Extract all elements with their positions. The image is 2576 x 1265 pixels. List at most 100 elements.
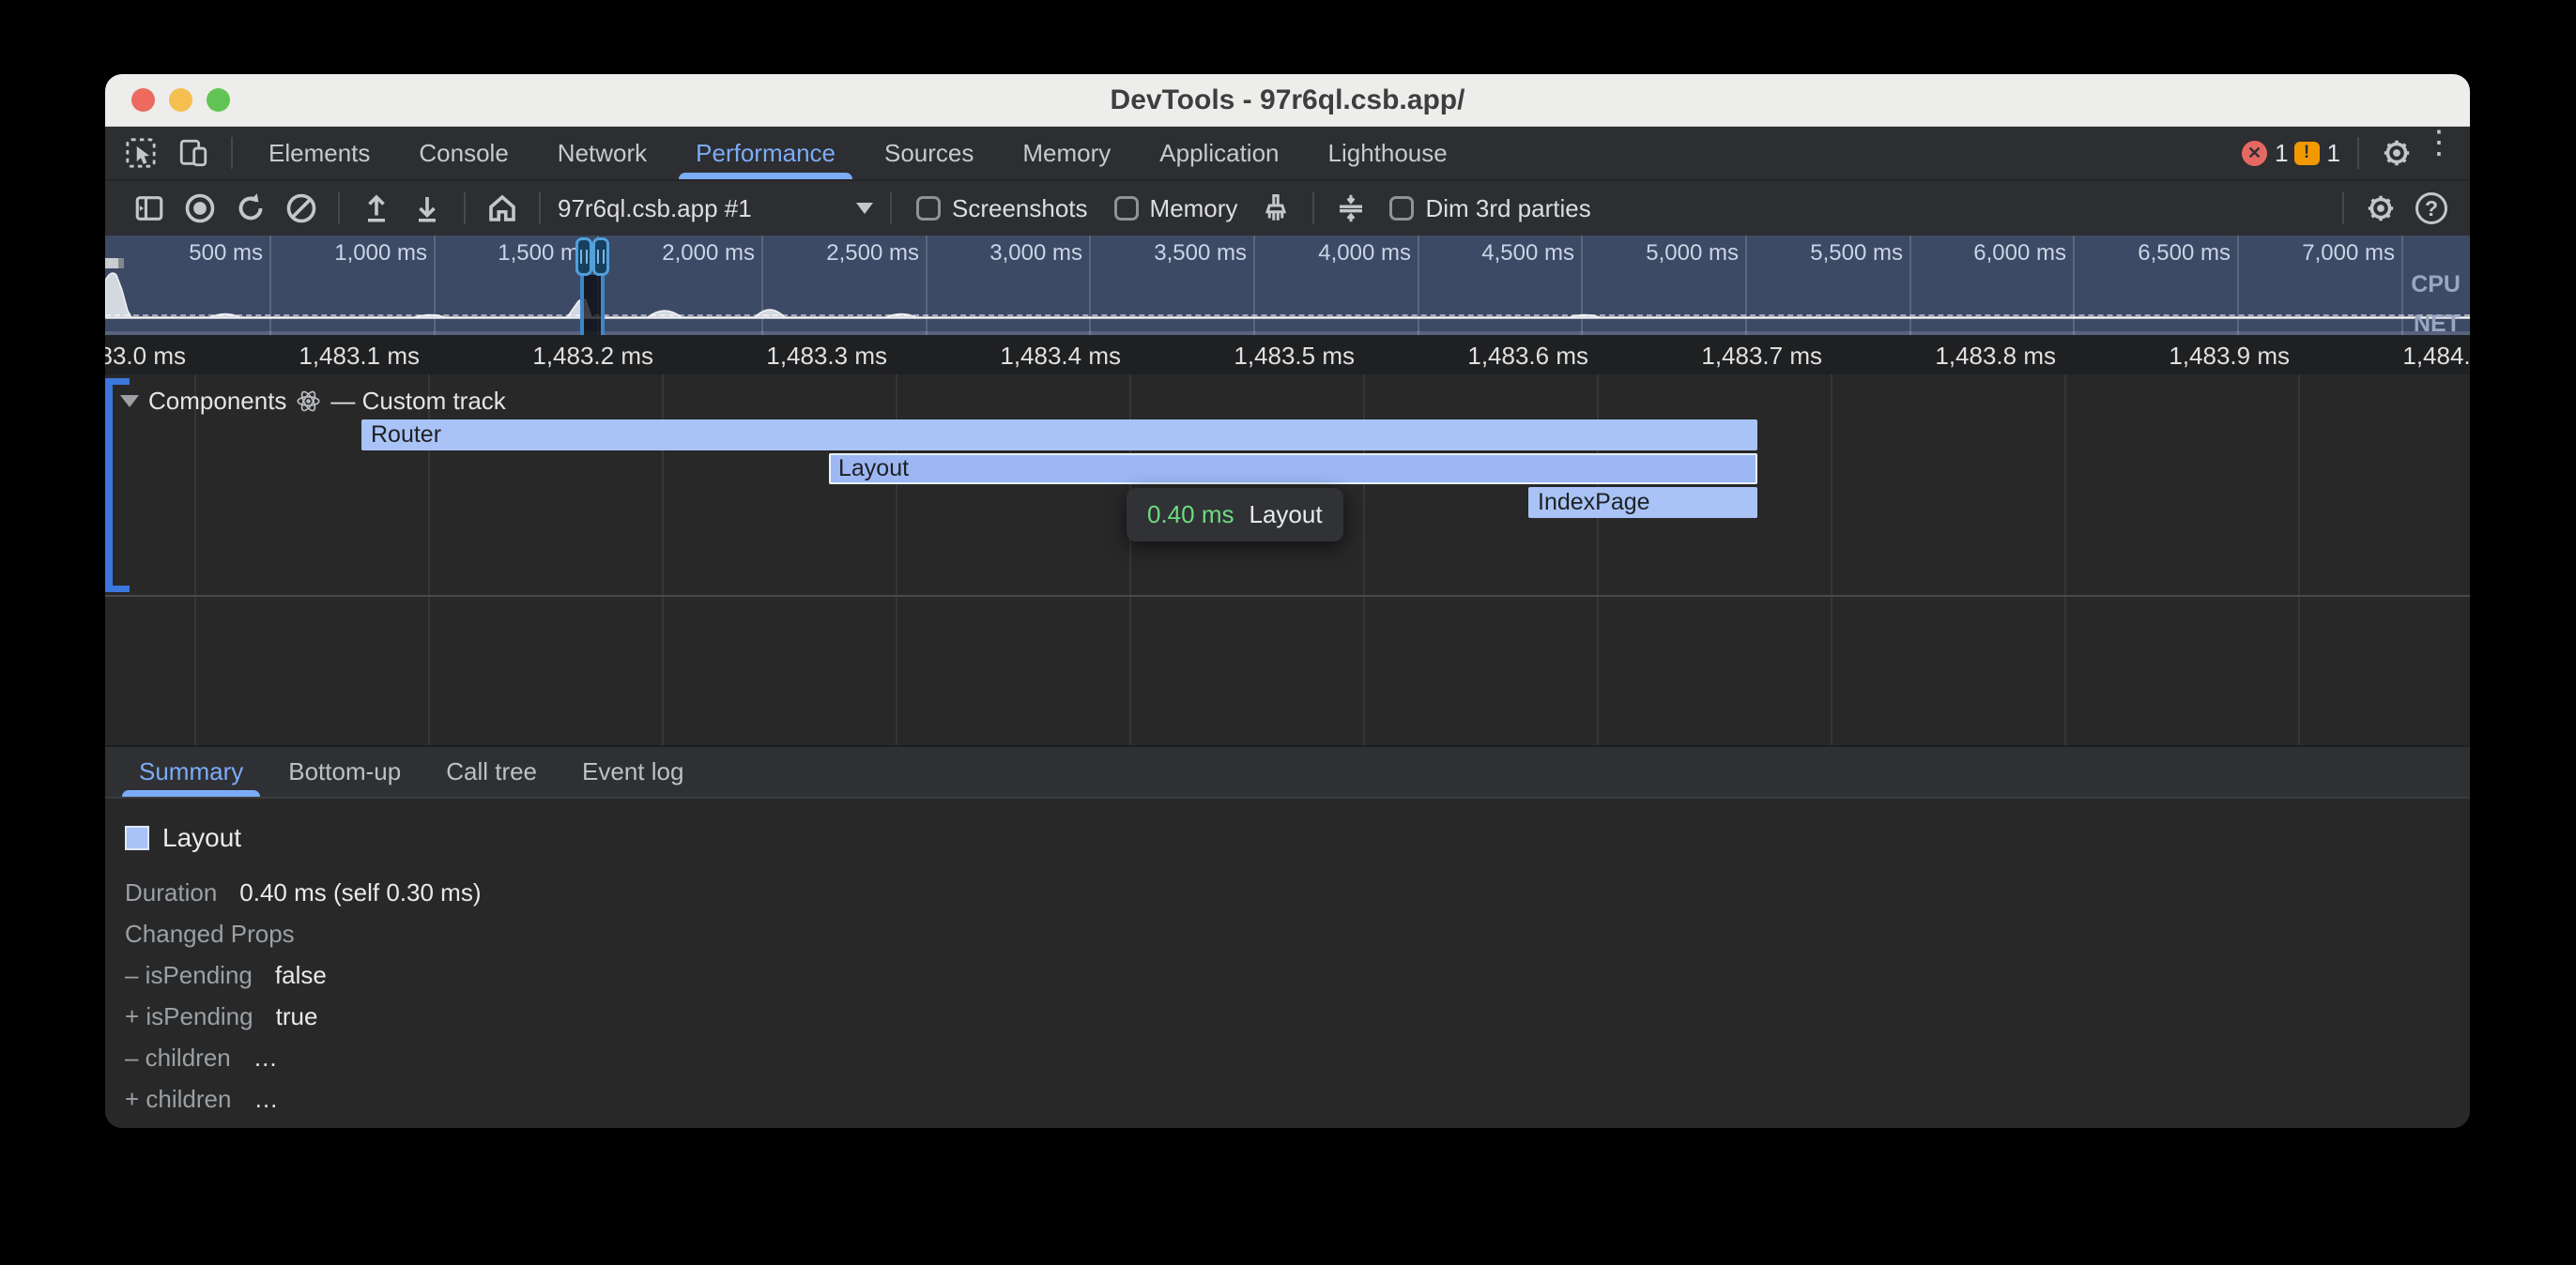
flame-bar-label: Router — [371, 421, 441, 448]
details-tab[interactable]: Summary — [116, 747, 266, 797]
divider — [338, 192, 340, 224]
dim-3rd-parties-checkbox[interactable] — [1389, 196, 1414, 221]
record-icon[interactable] — [178, 187, 222, 230]
cpu-activity-chart — [105, 236, 2470, 335]
track-suffix: — Custom track — [330, 387, 505, 416]
collapse-triangle-icon[interactable] — [120, 395, 139, 417]
panel-tab[interactable]: Network — [533, 127, 671, 179]
device-toolbar-icon[interactable] — [173, 127, 214, 179]
memory-checkbox[interactable] — [1114, 196, 1139, 221]
download-icon[interactable] — [406, 187, 449, 230]
summary-row-label: Duration — [125, 878, 217, 907]
capture-settings-gear-icon[interactable] — [2359, 187, 2402, 230]
summary-row: + children… — [125, 1078, 2470, 1120]
details-tab[interactable]: Event log — [560, 747, 706, 797]
issues-badge-icon — [2294, 142, 2320, 165]
flame-bar[interactable]: IndexPage — [1528, 487, 1757, 518]
flame-bar-label: Layout — [838, 455, 909, 481]
flame-chart[interactable]: Components — Custom track Router Layout In… — [105, 374, 2470, 745]
divider — [1312, 192, 1314, 224]
selection-left-handle[interactable] — [575, 237, 592, 276]
panel-tab-label: Performance — [696, 139, 836, 168]
dim-3rd-parties-checkbox-row[interactable]: Dim 3rd parties — [1389, 194, 1590, 223]
cpu-lane-label: CPU — [2411, 271, 2461, 298]
panel-tab-label: Console — [419, 139, 508, 168]
home-icon[interactable] — [481, 187, 524, 230]
panel-tab[interactable]: Memory — [998, 127, 1135, 179]
screenshot-chip — [105, 258, 124, 268]
clear-icon[interactable] — [280, 187, 323, 230]
screenshots-checkbox-row[interactable]: Screenshots — [916, 194, 1088, 223]
divider — [2342, 192, 2344, 224]
titlebar: DevTools - 97r6ql.csb.app/ — [105, 74, 2470, 127]
summary-rows: Duration0.40 ms (self 0.30 ms) Changed Pr… — [125, 872, 2470, 1120]
memory-label: Memory — [1150, 194, 1238, 223]
panel-tab[interactable]: Lighthouse — [1304, 127, 1472, 179]
screenshots-checkbox[interactable] — [916, 196, 941, 221]
upload-icon[interactable] — [355, 187, 398, 230]
panel-tab-label: Elements — [268, 139, 370, 168]
toggle-panel-icon[interactable] — [128, 187, 171, 230]
summary-row: Duration0.40 ms (self 0.30 ms) — [125, 872, 2470, 913]
divider — [464, 192, 466, 224]
panel-tab-label: Lighthouse — [1328, 139, 1448, 168]
details-tab-label: Event log — [582, 757, 683, 786]
flame-bar[interactable]: Router — [361, 419, 1757, 450]
panel-tab[interactable]: Sources — [860, 127, 998, 179]
divider — [890, 192, 892, 224]
divider — [539, 192, 541, 224]
timeline-overview[interactable]: 500 ms1,000 ms1,500 ms2,000 ms2,500 ms3,… — [105, 236, 2470, 335]
atom-icon — [296, 389, 321, 414]
target-selector-label: 97r6ql.csb.app #1 — [558, 194, 752, 223]
divider — [2357, 137, 2359, 169]
window-title: DevTools - 97r6ql.csb.app/ — [105, 84, 2470, 116]
summary-row-value: false — [275, 961, 327, 990]
summary-row: Changed Props — [125, 913, 2470, 954]
panel-tab[interactable]: Elements — [244, 127, 394, 179]
panel-tab[interactable]: Application — [1135, 127, 1303, 179]
selection-shade — [584, 275, 601, 335]
panel-tab-label: Application — [1159, 139, 1279, 168]
performance-toolbar: 97r6ql.csb.app #1 Screenshots Memory Dim… — [105, 181, 2470, 236]
details-tab-label: Bottom-up — [288, 757, 401, 786]
panel-tabs: Elements Console Network Performance Sources… — [244, 127, 1472, 179]
zoomed-time-ruler[interactable]: 1,483.0 ms1,483.1 ms1,483.2 ms1,483.3 ms… — [105, 335, 2470, 374]
track-header[interactable]: Components — Custom track — [120, 386, 506, 417]
settings-gear-icon[interactable] — [2376, 127, 2417, 179]
selection-right-line — [601, 275, 605, 335]
divider — [231, 137, 233, 169]
issue-count: 1 — [2327, 139, 2340, 168]
panel-tab[interactable]: Console — [394, 127, 532, 179]
memory-checkbox-row[interactable]: Memory — [1114, 194, 1238, 223]
track-title: Components — [148, 387, 286, 416]
details-tab[interactable]: Call tree — [423, 747, 560, 797]
help-icon[interactable] — [2410, 187, 2453, 230]
reload-icon[interactable] — [229, 187, 272, 230]
gridline — [2298, 374, 2300, 745]
console-error-indicator[interactable]: 1 — [2242, 127, 2288, 179]
gridline — [2064, 374, 2066, 745]
collapse-shortcuts-icon[interactable] — [1329, 187, 1372, 230]
summary-row: + isPendingtrue — [125, 996, 2470, 1037]
panel-tab-label: Memory — [1022, 139, 1111, 168]
flame-bar[interactable]: Layout — [829, 453, 1757, 484]
garbage-brush-icon[interactable] — [1254, 187, 1297, 230]
error-count: 1 — [2275, 139, 2288, 168]
screenshots-label: Screenshots — [952, 194, 1088, 223]
event-color-swatch — [125, 826, 149, 850]
summary-row-value: … — [253, 1044, 278, 1073]
tooltip-duration: 0.40 ms — [1147, 500, 1234, 529]
target-selector-dropdown[interactable]: 97r6ql.csb.app #1 — [558, 194, 873, 223]
flame-bar-label: IndexPage — [1538, 489, 1650, 515]
selection-right-handle[interactable] — [592, 237, 609, 276]
inspect-icon[interactable] — [120, 127, 161, 179]
details-tab[interactable]: Bottom-up — [266, 747, 423, 797]
panel-tab[interactable]: Performance — [671, 127, 860, 179]
issues-indicator[interactable]: 1 — [2294, 127, 2340, 179]
selection-left-line — [580, 275, 584, 335]
summary-row-label: Changed Props — [125, 920, 295, 949]
summary-row: – children… — [125, 1037, 2470, 1078]
kebab-menu-icon[interactable] — [2423, 127, 2451, 179]
summary-row-label: + children — [125, 1085, 231, 1114]
tooltip-label: Layout — [1250, 500, 1323, 529]
